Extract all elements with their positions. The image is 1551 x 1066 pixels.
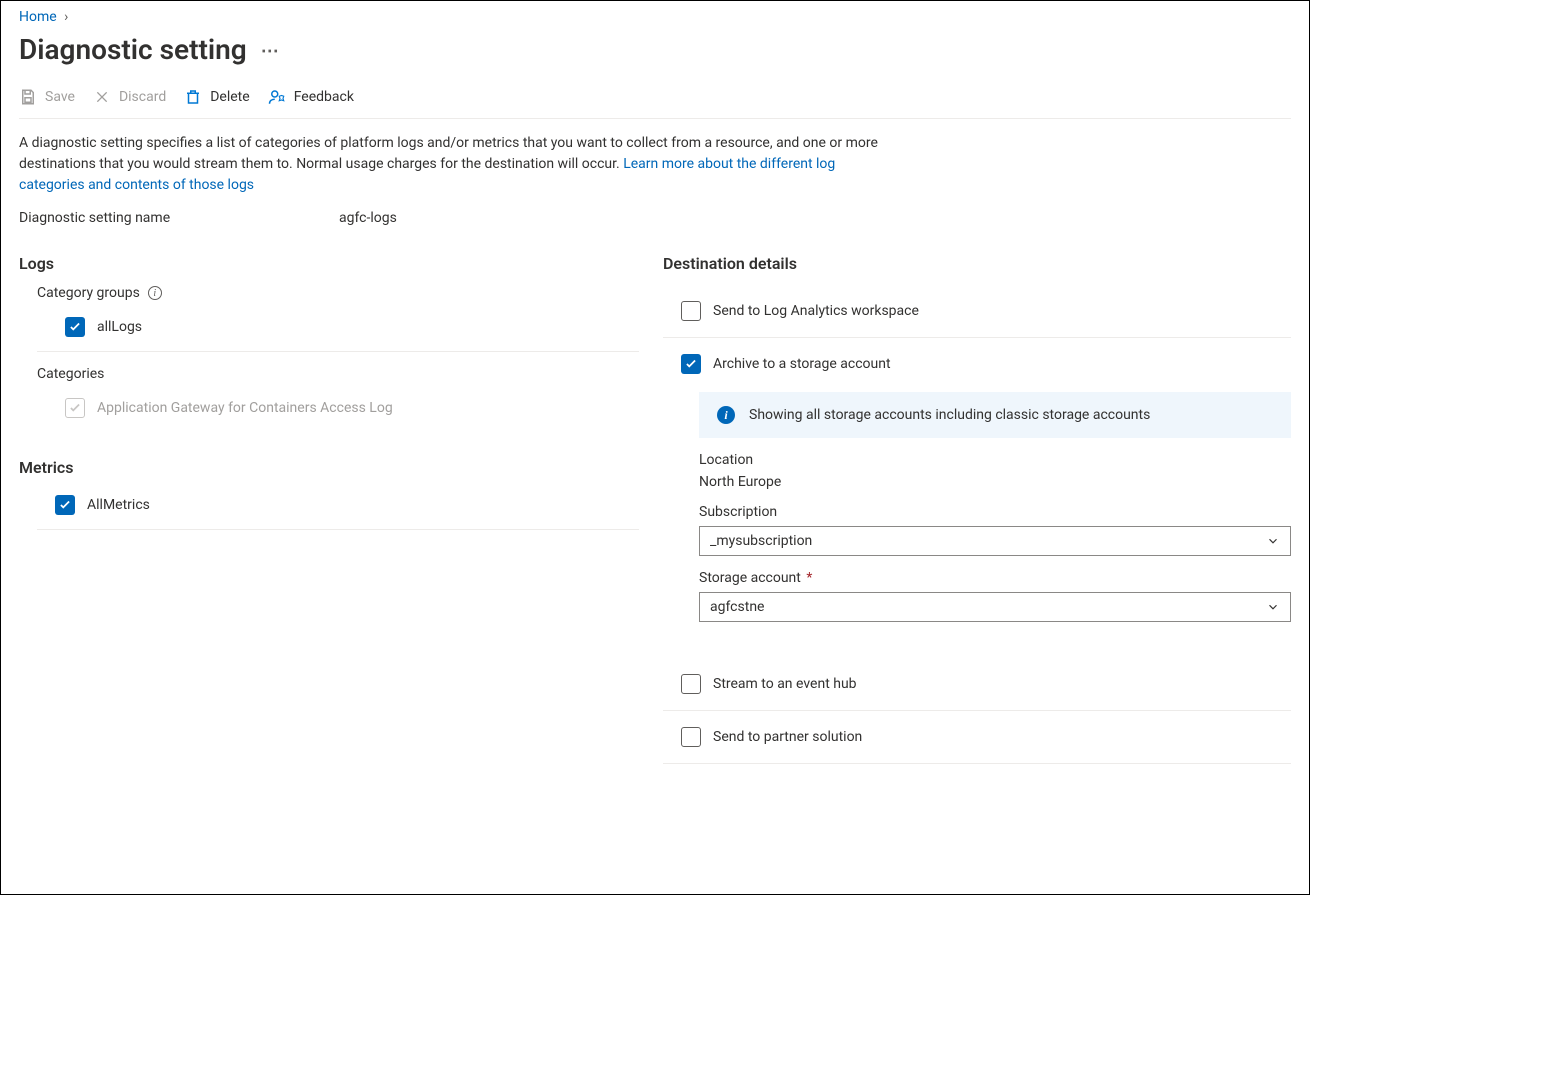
storage-account-label: Storage account bbox=[699, 570, 801, 586]
subscription-select[interactable]: _mysubscription bbox=[699, 526, 1291, 556]
page-title: Diagnostic setting ⋯ bbox=[19, 33, 1291, 66]
subscription-label: Subscription bbox=[699, 504, 1291, 520]
send-partner-checkbox[interactable] bbox=[681, 727, 701, 747]
delete-button[interactable]: Delete bbox=[184, 88, 249, 106]
destination-header: Destination details bbox=[663, 254, 1291, 273]
archive-storage-checkbox[interactable] bbox=[681, 354, 701, 374]
storage-info-banner: i Showing all storage accounts including… bbox=[699, 392, 1291, 438]
metrics-header: Metrics bbox=[19, 458, 639, 477]
breadcrumb-home-link[interactable]: Home bbox=[19, 9, 57, 25]
save-button[interactable]: Save bbox=[19, 88, 75, 106]
categories-label: Categories bbox=[37, 366, 104, 382]
chevron-right-icon: › bbox=[64, 9, 68, 25]
save-icon bbox=[19, 88, 37, 106]
toolbar: Save Discard Delete Feedback bbox=[19, 84, 1291, 119]
breadcrumb: Home › bbox=[19, 5, 1291, 31]
all-metrics-label: AllMetrics bbox=[87, 497, 150, 513]
feedback-icon bbox=[268, 88, 286, 106]
all-metrics-checkbox[interactable] bbox=[55, 495, 75, 515]
chevron-down-icon bbox=[1266, 600, 1280, 614]
intro-text: A diagnostic setting specifies a list of… bbox=[19, 133, 899, 196]
diagnostic-name-row: Diagnostic setting name agfc-logs bbox=[19, 210, 1291, 226]
send-law-label: Send to Log Analytics workspace bbox=[713, 303, 919, 319]
info-icon: i bbox=[717, 406, 735, 424]
chevron-down-icon bbox=[1266, 534, 1280, 548]
feedback-button[interactable]: Feedback bbox=[268, 88, 354, 106]
discard-button[interactable]: Discard bbox=[93, 88, 166, 106]
required-indicator: * bbox=[803, 570, 813, 586]
stream-eventhub-label: Stream to an event hub bbox=[713, 676, 857, 692]
stream-eventhub-checkbox[interactable] bbox=[681, 674, 701, 694]
category-access-log-label: Application Gateway for Containers Acces… bbox=[97, 400, 393, 416]
diagnostic-name-value: agfc-logs bbox=[339, 210, 397, 226]
logs-header: Logs bbox=[19, 254, 639, 273]
more-actions-button[interactable]: ⋯ bbox=[261, 43, 279, 61]
close-icon bbox=[93, 88, 111, 106]
category-access-log-checkbox bbox=[65, 398, 85, 418]
send-partner-label: Send to partner solution bbox=[713, 729, 862, 745]
trash-icon bbox=[184, 88, 202, 106]
category-groups-label: Category groups bbox=[37, 285, 140, 301]
diagnostic-name-label: Diagnostic setting name bbox=[19, 210, 339, 226]
location-value: North Europe bbox=[699, 474, 1291, 490]
location-label: Location bbox=[699, 452, 1291, 468]
storage-account-select[interactable]: agfcstne bbox=[699, 592, 1291, 622]
send-law-checkbox[interactable] bbox=[681, 301, 701, 321]
all-logs-label: allLogs bbox=[97, 319, 142, 335]
all-logs-checkbox[interactable] bbox=[65, 317, 85, 337]
archive-storage-label: Archive to a storage account bbox=[713, 356, 891, 372]
info-icon[interactable]: i bbox=[148, 286, 162, 300]
